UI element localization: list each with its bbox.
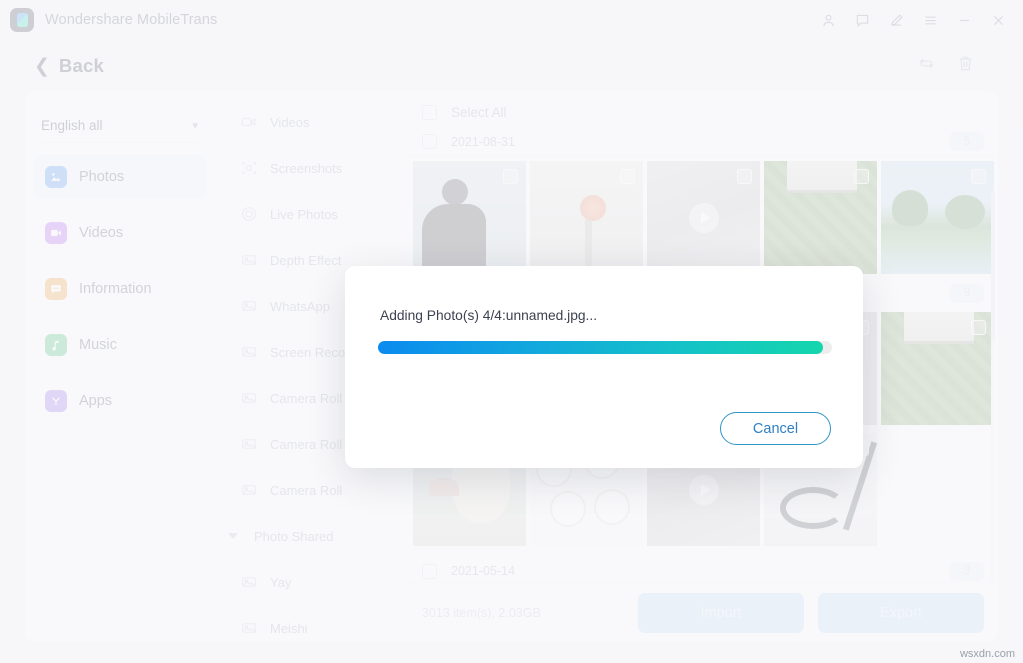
application-window: Wondershare MobileTrans [0,0,1023,663]
progress-dialog: Adding Photo(s) 4/4:unnamed.jpg... Cance… [345,266,863,468]
progress-bar-track [378,341,832,354]
progress-bar-fill [378,341,823,354]
progress-message: Adding Photo(s) 4/4:unnamed.jpg... [380,308,598,323]
cancel-button[interactable]: Cancel [720,412,831,445]
watermark: wsxdn.com [959,648,1015,660]
